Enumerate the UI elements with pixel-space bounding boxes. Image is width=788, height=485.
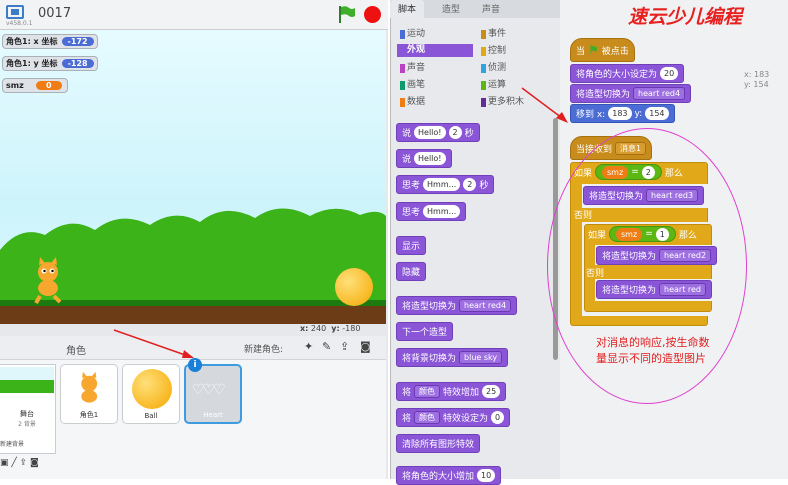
sprites-title: 角色 [66,346,86,357]
category-sensing[interactable]: 侦测 [478,62,506,75]
monitor-y: 角色1: y 坐标 -128 [2,56,98,71]
change-effect-block[interactable]: 将颜色 特效增加 25 [396,382,507,401]
ball-sprite[interactable] [335,268,373,306]
sprite-card-name: Heart [203,411,223,419]
new-sprite-label: 新建角色: [244,345,284,355]
ball-thumb-icon [132,369,172,409]
sprite-card-heart[interactable]: i ♡♡♡ Heart [184,358,242,424]
category-more-blocks[interactable]: 更多积木 [478,96,524,109]
green-flag-icon: ⚑ [588,43,599,57]
heart-thumb-icon: ♡♡♡ [192,382,226,398]
category-control[interactable]: 控制 [478,45,506,58]
mouse-coords: x: 240 y: -180 [300,324,361,333]
stage-card-name: 舞台 [20,410,34,418]
green-flag-icon[interactable] [336,4,356,24]
sprite-card-ball[interactable]: Ball [122,364,180,424]
think-block[interactable]: 思考 Hmm... [396,202,467,221]
presentation-mode-icon[interactable] [6,5,24,19]
set-size-block[interactable]: 将角色的大小设定为 20 [570,64,685,83]
paint-sprite-icon[interactable]: ✎ [322,340,331,353]
monitor-x: 角色1: x 坐标 -172 [2,34,98,49]
arrow-annotation [113,329,194,358]
arrow-annotation [521,87,568,123]
switch-costume-block[interactable]: 将造型切换为 heart red4 [396,296,518,315]
backdrop-tools[interactable]: ▣ ╱ ⇪ ◙ [0,458,56,468]
choose-sprite-icon[interactable]: ✦ [304,340,313,353]
tab-sounds[interactable]: 声音 [474,0,508,18]
editor-tabs: 脚本 造型 声音 [390,0,560,18]
sprite-xy-readout: x: 183 y: 154 [744,70,770,89]
category-data[interactable]: 数据 [397,96,425,109]
version-label: v458.0.1 [6,20,33,27]
stage-card[interactable]: 舞台 2 背景 新建背景 [0,364,56,454]
change-size-block[interactable]: 将角色的大小增加 10 [396,466,502,485]
project-title[interactable]: 0017 [38,6,71,21]
category-sound[interactable]: 声音 [397,62,425,75]
set-effect-block[interactable]: 将颜色 特效设定为 0 [396,408,511,427]
monitor-smz: smz 0 [2,78,68,93]
think-for-secs-block[interactable]: 思考 Hmm... 2 秒 [396,175,495,194]
switch-backdrop-block[interactable]: 将背景切换为 blue sky [396,348,509,367]
category-looks[interactable]: 外观 [397,44,473,57]
category-operators[interactable]: 运算 [478,79,506,92]
say-for-secs-block[interactable]: 说 Hello! 2 秒 [396,123,480,142]
cat-thumb-icon [81,371,98,403]
show-block[interactable]: 显示 [396,236,427,255]
new-backdrop-label: 新建背景 [0,441,25,448]
goto-xy-block[interactable]: 移到 x: 183 y: 154 [570,104,675,123]
sprite-card-name: Ball [144,412,158,420]
stage-canvas[interactable]: 角色1: x 坐标 -172 角色1: y 坐标 -128 smz 0 [0,30,386,324]
upload-sprite-icon[interactable]: ⇪ [340,340,349,353]
sprite-card-cat[interactable]: 角色1 [60,364,118,424]
tab-scripts[interactable]: 脚本 [390,0,425,18]
category-pen[interactable]: 画笔 [397,79,425,92]
say-block[interactable]: 说 Hello! [396,149,452,168]
category-motion[interactable]: 运动 [397,28,425,41]
watermark-logo: 速云少儿编程 [628,6,743,28]
category-events[interactable]: 事件 [478,28,506,41]
next-costume-block[interactable]: 下一个造型 [396,322,454,341]
switch-costume-block[interactable]: 将造型切换为 heart red4 [570,84,692,103]
clear-effects-block[interactable]: 清除所有图形特效 [396,434,481,453]
hide-block[interactable]: 隐藏 [396,262,427,281]
stage-card-sub: 2 背景 [18,421,36,428]
cat-sprite[interactable] [28,256,70,304]
when-flag-clicked-hat[interactable]: 当 ⚑ 被点击 [570,38,635,62]
camera-icon[interactable]: ◙ [360,340,371,353]
sprite-card-name: 角色1 [79,411,99,419]
stop-icon[interactable] [364,6,381,23]
annotation-text: 对消息的响应,按生命数量显示不同的造型图片 [596,336,710,365]
tab-costumes[interactable]: 造型 [434,0,468,18]
